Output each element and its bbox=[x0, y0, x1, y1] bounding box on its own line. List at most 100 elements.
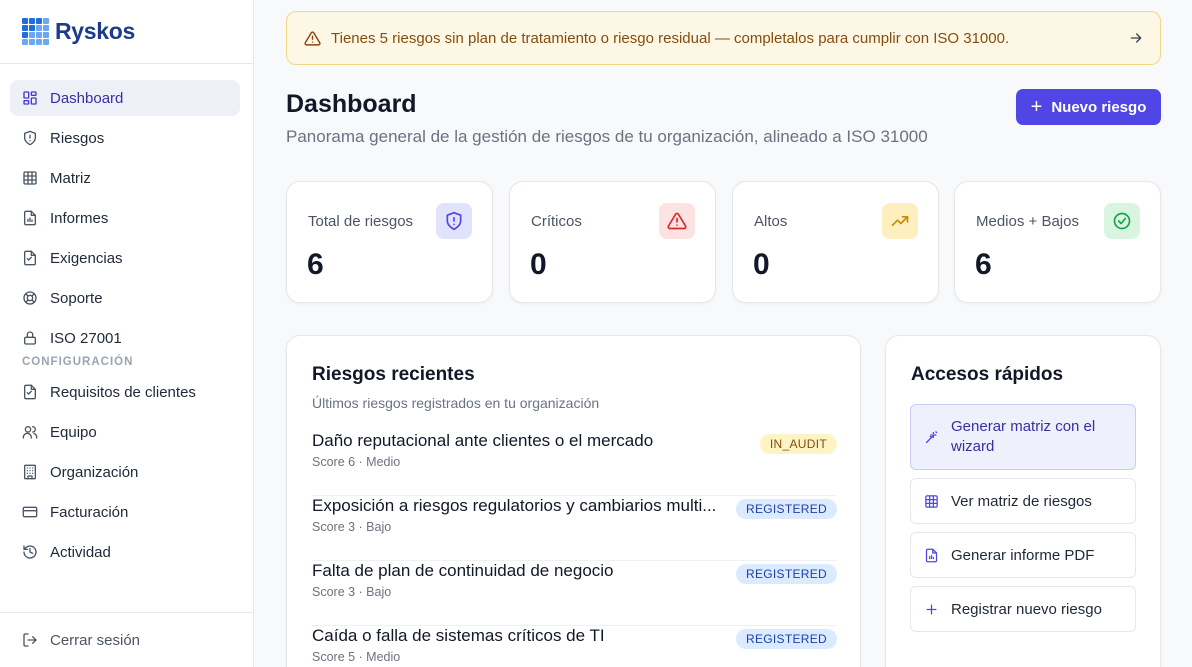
shield-alert-icon bbox=[436, 203, 472, 239]
building-icon bbox=[24, 464, 36, 480]
sidebar-item-actividad[interactable]: Actividad bbox=[10, 534, 240, 570]
sidebar-item-riesgos[interactable]: Riesgos bbox=[10, 120, 240, 156]
stat-value: 6 bbox=[975, 248, 992, 281]
sidebar-item-label: Actividad bbox=[50, 543, 111, 561]
brand-name: Ryskos bbox=[55, 18, 136, 44]
stat-card-criticos: Críticos 0 bbox=[509, 181, 716, 303]
sidebar-item-label: Matriz bbox=[50, 169, 91, 187]
sidebar-item-equipo[interactable]: Equipo bbox=[10, 414, 240, 450]
history-icon bbox=[23, 545, 37, 559]
quick-access-title: Accesos rápidos bbox=[911, 364, 1064, 385]
risk-meta: Score 5 · Medio bbox=[312, 650, 401, 664]
sidebar-item-organizacion[interactable]: Organización bbox=[10, 454, 240, 490]
stat-card-total: Total de riesgos 6 bbox=[286, 181, 493, 303]
risk-row[interactable]: Caída o falla de sistemas críticos de TI… bbox=[312, 626, 837, 667]
quick-action-label: Registrar nuevo riesgo bbox=[951, 600, 1102, 618]
quick-action-label: Ver matriz de riesgos bbox=[951, 492, 1092, 510]
stat-value: 0 bbox=[753, 248, 770, 281]
risk-title: Falta de plan de continuidad de negocio bbox=[312, 561, 614, 580]
trending-up-icon bbox=[882, 203, 918, 239]
page-title: Dashboard bbox=[286, 90, 417, 118]
sidebar-item-label: Exigencias bbox=[50, 249, 123, 267]
quick-action-label: Generar matriz con el wizard bbox=[951, 418, 1096, 455]
stat-label: Críticos bbox=[531, 213, 582, 230]
status-badge: REGISTERED bbox=[735, 564, 837, 584]
brand[interactable]: Ryskos bbox=[0, 0, 253, 64]
document-icon bbox=[24, 384, 36, 400]
sidebar-item-informes[interactable]: Informes bbox=[10, 200, 240, 236]
sidebar-item-label: Dashboard bbox=[50, 89, 124, 107]
sidebar-item-label: ISO 27001 bbox=[50, 329, 122, 347]
report-icon bbox=[24, 210, 36, 226]
stat-label: Medios + Bajos bbox=[976, 213, 1079, 230]
alert-text: Tienes 5 riesgos sin plan de tratamiento… bbox=[331, 29, 1010, 47]
risk-row[interactable]: Falta de plan de continuidad de negocio … bbox=[312, 561, 837, 626]
risk-title: Daño reputacional ante clientes o el mer… bbox=[312, 431, 654, 450]
lifebuoy-icon bbox=[23, 291, 37, 305]
sidebar: Ryskos Dashboard Riesgos Matriz Informes… bbox=[0, 0, 254, 667]
sidebar-item-requisitos[interactable]: Requisitos de clientes bbox=[10, 374, 240, 410]
generate-matrix-wizard-button[interactable]: Generar matriz con el wizard bbox=[910, 404, 1136, 470]
risk-title: Exposición a riesgos regulatorios y camb… bbox=[312, 496, 717, 515]
shield-icon bbox=[24, 130, 36, 146]
new-risk-button-label: Nuevo riesgo bbox=[1051, 98, 1147, 116]
stat-value: 6 bbox=[307, 248, 324, 281]
quick-action-label: Generar informe PDF bbox=[951, 546, 1095, 564]
warning-triangle-icon bbox=[304, 31, 321, 46]
credit-card-icon bbox=[22, 506, 38, 518]
sidebar-item-soporte[interactable]: Soporte bbox=[10, 280, 240, 316]
register-risk-button[interactable]: Registrar nuevo riesgo bbox=[910, 586, 1136, 632]
status-badge: REGISTERED bbox=[735, 629, 837, 649]
view-matrix-button[interactable]: Ver matriz de riesgos bbox=[910, 478, 1136, 524]
stat-label: Total de riesgos bbox=[308, 213, 414, 230]
stat-value: 0 bbox=[530, 248, 547, 281]
status-badge: IN_AUDIT bbox=[759, 434, 837, 454]
document-icon bbox=[24, 250, 36, 266]
logout-icon bbox=[23, 633, 37, 647]
sidebar-item-matriz[interactable]: Matriz bbox=[10, 160, 240, 196]
pdf-file-icon bbox=[925, 548, 938, 563]
logo-icon bbox=[22, 18, 49, 45]
sidebar-item-label: Organización bbox=[50, 463, 139, 481]
treatment-alert[interactable]: Tienes 5 riesgos sin plan de tratamiento… bbox=[286, 11, 1161, 65]
risk-row[interactable]: Daño reputacional ante clientes o el mer… bbox=[312, 431, 837, 496]
sidebar-item-label: Requisitos de clientes bbox=[50, 383, 196, 401]
sidebar-item-label: Soporte bbox=[50, 289, 103, 307]
sidebar-item-facturacion[interactable]: Facturación bbox=[10, 494, 240, 530]
sidebar-item-label: Informes bbox=[50, 209, 109, 227]
generate-pdf-button[interactable]: Generar informe PDF bbox=[910, 532, 1136, 578]
arrow-right-icon[interactable] bbox=[1128, 30, 1144, 46]
logout-label: Cerrar sesión bbox=[50, 631, 141, 649]
lock-icon bbox=[24, 331, 36, 345]
sidebar-item-exigencias[interactable]: Exigencias bbox=[10, 240, 240, 276]
page-subtitle: Panorama general de la gestión de riesgo… bbox=[286, 127, 928, 146]
risk-meta: Score 6 · Medio bbox=[312, 455, 401, 469]
sidebar-item-iso27001[interactable]: ISO 27001 bbox=[10, 320, 240, 356]
magic-wand-icon bbox=[925, 431, 938, 444]
sidebar-item-label: Facturación bbox=[50, 503, 129, 521]
new-risk-button[interactable]: + Nuevo riesgo bbox=[1016, 89, 1161, 125]
sidebar-item-label: Equipo bbox=[50, 423, 97, 441]
section-label-configuracion: CONFIGURACIÓN bbox=[22, 356, 134, 368]
status-badge: REGISTERED bbox=[735, 499, 837, 519]
plus-icon: + bbox=[1030, 96, 1043, 118]
risk-title: Caída o falla de sistemas críticos de TI bbox=[312, 626, 605, 645]
stat-label: Altos bbox=[754, 213, 788, 230]
sidebar-item-dashboard[interactable]: Dashboard bbox=[10, 80, 240, 116]
logout-button[interactable]: Cerrar sesión bbox=[0, 612, 253, 667]
risk-meta: Score 3 · Bajo bbox=[312, 585, 392, 599]
stat-card-medios-bajos: Medios + Bajos 6 bbox=[954, 181, 1161, 303]
plus-icon bbox=[926, 604, 937, 615]
warning-triangle-icon bbox=[659, 203, 695, 239]
sidebar-nav: Dashboard Riesgos Matriz Informes Exigen… bbox=[10, 80, 240, 574]
risk-meta: Score 3 · Bajo bbox=[312, 520, 392, 534]
check-circle-icon bbox=[1104, 203, 1140, 239]
sidebar-item-label: Riesgos bbox=[50, 129, 105, 147]
grid-icon bbox=[925, 495, 938, 508]
stat-card-altos: Altos 0 bbox=[732, 181, 939, 303]
dashboard-icon bbox=[23, 91, 37, 105]
recent-risks-panel: Riesgos recientes Últimos riesgos regist… bbox=[286, 335, 861, 667]
quick-access-panel: Accesos rápidos Generar matriz con el wi… bbox=[885, 335, 1161, 667]
risk-row[interactable]: Exposición a riesgos regulatorios y camb… bbox=[312, 496, 837, 561]
recent-risks-title: Riesgos recientes bbox=[312, 364, 475, 385]
